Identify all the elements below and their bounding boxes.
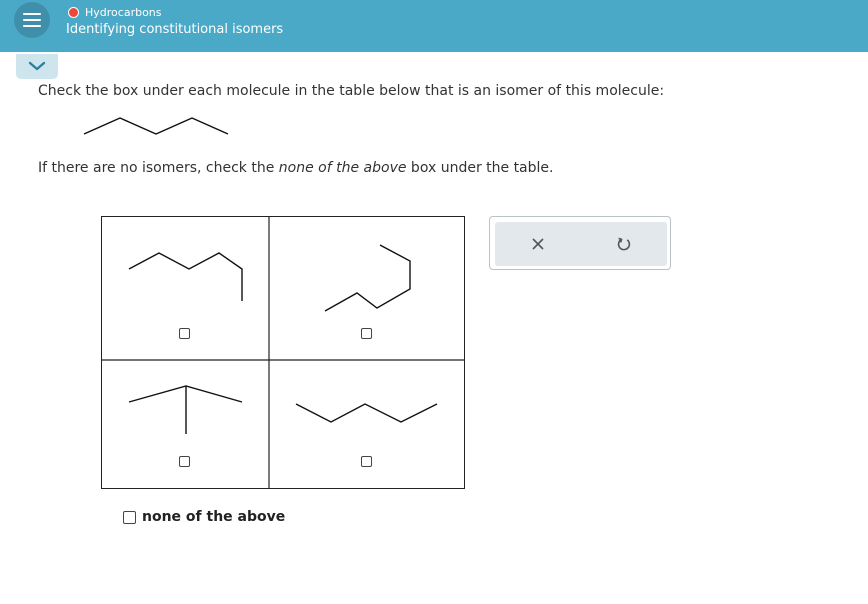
undo-button[interactable] (581, 222, 667, 266)
molecule-4-structure (295, 403, 438, 423)
expand-button[interactable] (16, 54, 58, 79)
molecule-4-checkbox[interactable] (361, 456, 372, 467)
hamburger-menu-icon (23, 13, 41, 15)
header-bar: Hydrocarbons Identifying constitutional … (0, 0, 868, 52)
reference-molecule (83, 117, 229, 135)
question-note: If there are no isomers, check the none … (38, 160, 554, 176)
table-cell-2 (269, 217, 464, 360)
molecule-3-structure (128, 385, 243, 434)
status-dot-icon (68, 6, 79, 18)
table-cell-3 (102, 360, 269, 488)
molecule-2-checkbox[interactable] (361, 328, 372, 339)
answer-tools-panel (489, 216, 671, 270)
answer-tools (495, 222, 667, 266)
none-of-the-above-option[interactable]: none of the above (123, 509, 285, 525)
topic-line: Hydrocarbons (68, 4, 162, 20)
undo-icon (617, 237, 631, 251)
chevron-down-icon (28, 61, 46, 71)
molecule-1-structure (128, 252, 243, 301)
molecule-3-checkbox[interactable] (179, 456, 190, 467)
clear-button[interactable] (495, 222, 581, 266)
note-emphasis: none of the above (278, 160, 407, 176)
none-of-the-above-checkbox[interactable] (123, 510, 136, 524)
question-instruction: Check the box under each molecule in the… (38, 83, 665, 99)
close-icon (532, 238, 544, 250)
menu-button[interactable] (14, 2, 50, 38)
molecule-table (101, 216, 465, 489)
page-title: Identifying constitutional isomers (66, 22, 284, 37)
none-of-the-above-label: none of the above (142, 509, 286, 525)
table-cell-1 (102, 217, 269, 360)
molecule-2-structure (324, 244, 411, 312)
molecule-1-checkbox[interactable] (179, 328, 190, 339)
table-cell-4 (269, 360, 464, 488)
topic-label: Hydrocarbons (85, 5, 162, 19)
